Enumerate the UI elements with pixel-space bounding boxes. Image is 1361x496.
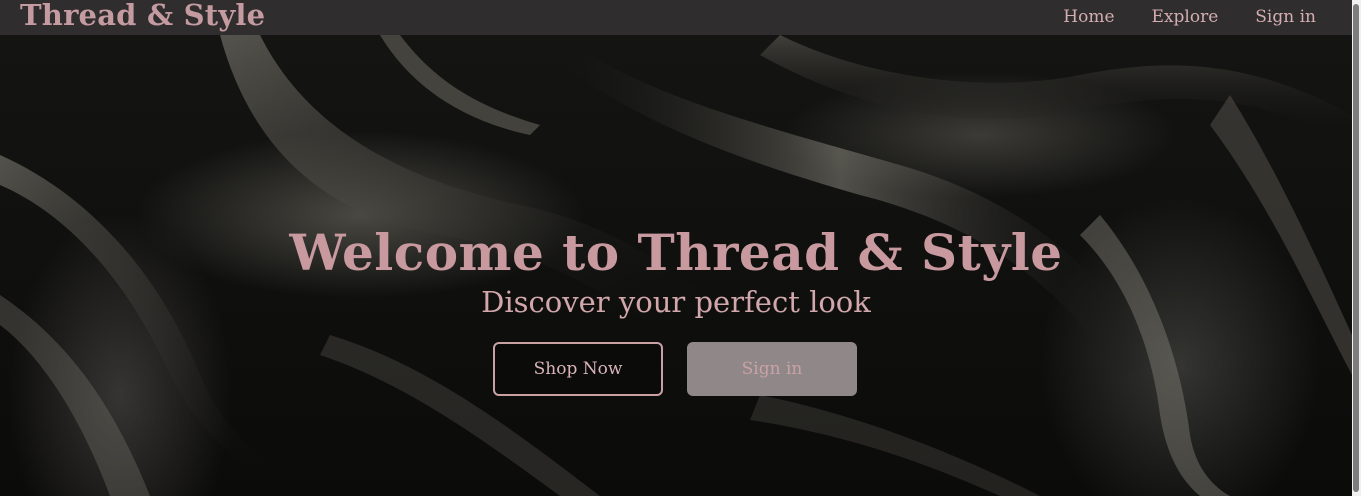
navbar: Thread & Style Home Explore Sign in [0, 0, 1352, 35]
page: Thread & Style Home Explore Sign in Welc… [0, 0, 1352, 496]
vertical-scrollbar[interactable] [1352, 0, 1361, 496]
scrollbar-thumb[interactable] [1353, 4, 1359, 492]
nav-link-sign-in[interactable]: Sign in [1255, 7, 1316, 27]
hero-title: Welcome to Thread & Style [289, 223, 1063, 282]
shop-now-button[interactable]: Shop Now [493, 342, 663, 396]
brand-logo[interactable]: Thread & Style [20, 0, 265, 32]
nav-link-explore[interactable]: Explore [1152, 7, 1219, 27]
hero-sign-in-button[interactable]: Sign in [687, 342, 857, 396]
hero-section: Welcome to Thread & Style Discover your … [0, 35, 1352, 496]
hero-subtitle: Discover your perfect look [481, 285, 871, 319]
nav-link-home[interactable]: Home [1063, 7, 1114, 27]
hero-content: Welcome to Thread & Style Discover your … [0, 35, 1352, 496]
nav-links: Home Explore Sign in [1063, 7, 1316, 27]
